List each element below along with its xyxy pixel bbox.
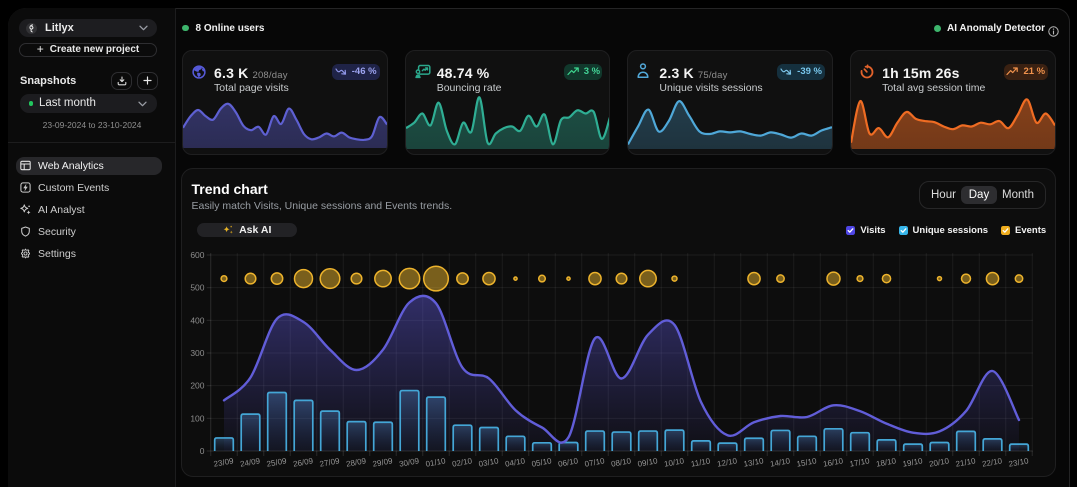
svg-text:01/10: 01/10 [425,456,447,468]
svg-text:13/10: 13/10 [743,456,765,468]
svg-text:20/10: 20/10 [928,456,950,468]
svg-text:10/10: 10/10 [663,456,685,468]
svg-text:23/10: 23/10 [1008,456,1030,468]
svg-text:22/10: 22/10 [981,456,1003,468]
svg-text:0: 0 [200,446,205,456]
svg-text:30/09: 30/09 [398,456,420,468]
svg-text:19/10: 19/10 [902,456,924,468]
svg-text:500: 500 [190,283,204,293]
svg-text:25/09: 25/09 [266,456,288,468]
svg-text:400: 400 [190,315,204,325]
svg-text:11/10: 11/10 [690,456,711,468]
svg-text:16/10: 16/10 [822,456,844,468]
svg-text:17/10: 17/10 [849,456,871,468]
svg-text:29/09: 29/09 [372,456,394,468]
svg-text:05/10: 05/10 [531,456,553,468]
svg-text:03/10: 03/10 [478,456,500,468]
svg-text:21/10: 21/10 [955,456,977,468]
svg-text:14/10: 14/10 [769,456,791,468]
svg-text:06/10: 06/10 [557,456,579,468]
svg-text:02/10: 02/10 [451,456,473,468]
svg-text:08/10: 08/10 [610,456,632,468]
svg-text:28/09: 28/09 [345,456,367,468]
svg-text:12/10: 12/10 [716,456,738,468]
svg-text:24/09: 24/09 [239,456,261,468]
svg-text:07/10: 07/10 [584,456,606,468]
svg-text:18/10: 18/10 [875,456,897,468]
svg-text:26/09: 26/09 [292,456,314,468]
svg-text:09/10: 09/10 [637,456,659,468]
svg-text:27/09: 27/09 [319,456,341,468]
svg-text:23/09: 23/09 [213,456,235,468]
svg-text:04/10: 04/10 [504,456,526,468]
svg-text:15/10: 15/10 [796,456,818,468]
svg-text:200: 200 [190,381,204,391]
svg-text:100: 100 [190,413,204,423]
svg-text:300: 300 [190,348,204,358]
svg-text:600: 600 [190,250,204,260]
